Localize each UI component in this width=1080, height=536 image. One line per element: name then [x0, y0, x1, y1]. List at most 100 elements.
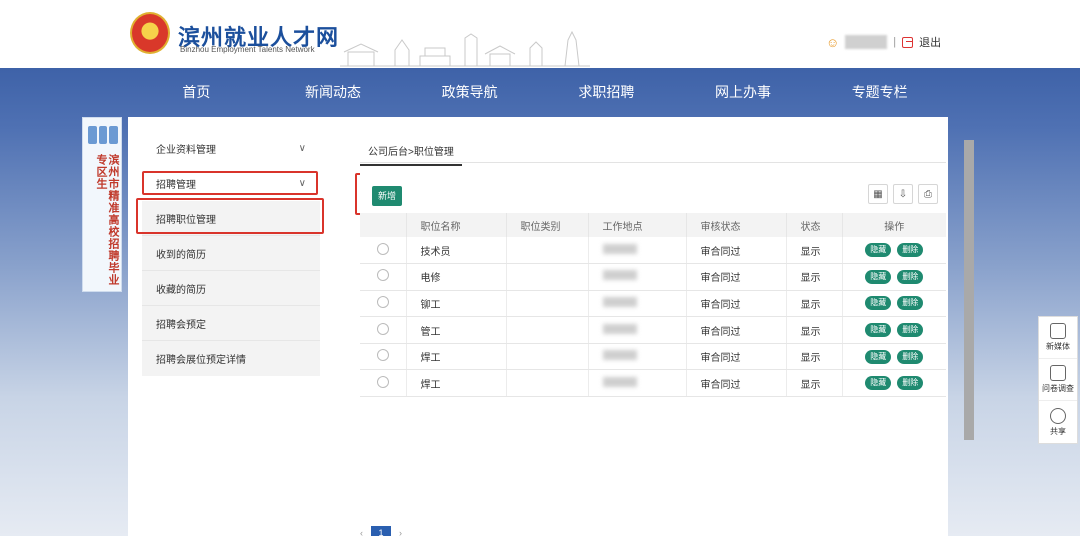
cell-status: 显示	[786, 237, 843, 265]
table-row: 电修 审合同过 显示 隐藏 删除	[360, 263, 946, 291]
radio-button[interactable]	[376, 375, 389, 388]
toolbar-icons: ▦ ⇩ ⎙	[868, 184, 938, 204]
user-name-blurred[interactable]	[845, 35, 888, 49]
cell-status: 显示	[786, 369, 843, 398]
export-icon[interactable]: ⇩	[893, 184, 913, 204]
cell-work-location	[588, 290, 687, 318]
submenu-booth-booking-details[interactable]: 招聘会展位预定详情	[142, 341, 320, 376]
cell-actions: 隐藏 删除	[842, 316, 946, 344]
cell-job-name: 管工	[406, 316, 507, 344]
delete-button[interactable]: 删除	[897, 376, 924, 391]
cell-job-category	[506, 343, 589, 371]
national-emblem-icon	[130, 12, 170, 54]
nav-item-news[interactable]: 新闻动态	[265, 68, 402, 116]
menu-enterprise-info[interactable]: 企业资料管理 ∨	[142, 131, 320, 166]
row-select[interactable]	[360, 290, 407, 318]
submenu-saved-resumes[interactable]: 收藏的简历	[142, 271, 320, 306]
delete-button[interactable]: 删除	[897, 243, 924, 258]
cell-job-category	[506, 290, 589, 318]
cell-actions: 隐藏 删除	[842, 237, 946, 265]
cell-work-location	[588, 369, 687, 398]
share-tool[interactable]: 共享	[1039, 401, 1077, 443]
highlight-recruitment	[142, 171, 318, 195]
cell-job-name: 焊工	[406, 343, 507, 371]
cell-work-location	[588, 316, 687, 344]
hide-button[interactable]: 隐藏	[865, 323, 892, 338]
row-select[interactable]	[360, 369, 407, 398]
hide-button[interactable]: 隐藏	[865, 349, 892, 364]
cell-job-category	[506, 263, 589, 291]
questionnaire-icon	[1050, 365, 1066, 381]
cell-status: 显示	[786, 290, 843, 318]
nav-item-online-services[interactable]: 网上办事	[675, 68, 812, 116]
nav-item-jobs[interactable]: 求职招聘	[538, 68, 675, 116]
side-banner-ad[interactable]: 滨州市精准高校招聘毕业专区生	[82, 117, 122, 292]
table-row: 管工 审合同过 显示 隐藏 删除	[360, 316, 946, 344]
current-page-button[interactable]: 1	[371, 526, 391, 536]
radio-button[interactable]	[376, 349, 389, 362]
cell-status: 显示	[786, 343, 843, 371]
logout-link[interactable]: 退出	[919, 34, 941, 50]
blurred-location	[602, 350, 637, 361]
main-panel: 企业资料管理 ∨ 招聘管理 ∨ 招聘职位管理 收到的简历 收藏的简历 招聘会预定…	[128, 117, 948, 536]
cell-audit-status: 审合同过	[686, 237, 787, 265]
radio-button[interactable]	[376, 269, 389, 282]
side-tool-label: 新媒体	[1046, 342, 1070, 351]
cell-job-name: 铆工	[406, 290, 507, 318]
hide-button[interactable]: 隐藏	[865, 376, 892, 391]
col-job-category: 职位类别	[506, 213, 589, 237]
site-header: 滨州就业人才网 Binzhou Employment Talents Netwo…	[0, 0, 1080, 68]
nav-item-policy[interactable]: 政策导航	[401, 68, 538, 116]
floating-side-tools: 新媒体 问卷调查 共享	[1038, 316, 1078, 444]
smile-icon: ☺	[826, 34, 840, 50]
blurred-location	[602, 376, 637, 387]
delete-button[interactable]: 删除	[897, 323, 924, 338]
cell-audit-status: 审合同过	[686, 290, 787, 318]
delete-button[interactable]: 删除	[897, 269, 924, 284]
new-media-tool[interactable]: 新媒体	[1039, 317, 1077, 359]
prev-page-icon[interactable]: ‹	[360, 528, 363, 536]
hide-button[interactable]: 隐藏	[865, 243, 892, 258]
columns-icon[interactable]: ▦	[868, 184, 888, 204]
survey-tool[interactable]: 问卷调查	[1039, 359, 1077, 401]
toolbar: 新增 ▦ ⇩ ⎙	[360, 171, 946, 213]
user-area: ☺ | 退出	[826, 34, 941, 50]
delete-button[interactable]: 删除	[897, 349, 924, 364]
row-select[interactable]	[360, 316, 407, 344]
qr-code-icon	[1050, 323, 1066, 339]
highlight-job-management	[136, 198, 324, 234]
col-status: 状态	[786, 213, 843, 237]
logout-icon[interactable]	[902, 36, 914, 48]
hide-button[interactable]: 隐藏	[865, 296, 892, 311]
next-page-icon[interactable]: ›	[399, 528, 402, 536]
row-select[interactable]	[360, 263, 407, 291]
radio-button[interactable]	[376, 322, 389, 335]
col-audit-status: 审核状态	[686, 213, 787, 237]
pagination: ‹ 1 ›	[360, 526, 402, 536]
nav-item-topics[interactable]: 专题专栏	[811, 68, 948, 116]
delete-button[interactable]: 删除	[897, 296, 924, 311]
table-row: 技术员 审合同过 显示 隐藏 删除	[360, 237, 946, 265]
side-tool-label: 问卷调查	[1042, 384, 1074, 393]
content-area: 公司后台>职位管理 新增 ▦ ⇩ ⎙ 职位名称 职位类别 工作地点 审核状态 状…	[360, 131, 946, 536]
table-header-row: 职位名称 职位类别 工作地点 审核状态 状态 操作	[360, 213, 946, 237]
page-scrollbar[interactable]	[964, 140, 974, 440]
cell-work-location	[588, 343, 687, 371]
table-row: 焊工 审合同过 显示 隐藏 删除	[360, 343, 946, 371]
side-tool-label: 共享	[1050, 426, 1066, 436]
radio-button[interactable]	[376, 242, 389, 255]
hide-button[interactable]: 隐藏	[865, 269, 892, 284]
print-icon[interactable]: ⎙	[918, 184, 938, 204]
col-work-location: 工作地点	[588, 213, 687, 237]
nav-item-home[interactable]: 首页	[128, 68, 265, 116]
cell-status: 显示	[786, 316, 843, 344]
add-button[interactable]: 新增	[372, 186, 402, 206]
cell-actions: 隐藏 删除	[842, 369, 946, 398]
row-select[interactable]	[360, 343, 407, 371]
col-select	[360, 213, 407, 237]
submenu-received-resumes[interactable]: 收到的简历	[142, 236, 320, 271]
row-select[interactable]	[360, 237, 407, 265]
radio-button[interactable]	[376, 295, 389, 308]
cell-status: 显示	[786, 263, 843, 291]
submenu-job-fair-booking[interactable]: 招聘会预定	[142, 306, 320, 341]
